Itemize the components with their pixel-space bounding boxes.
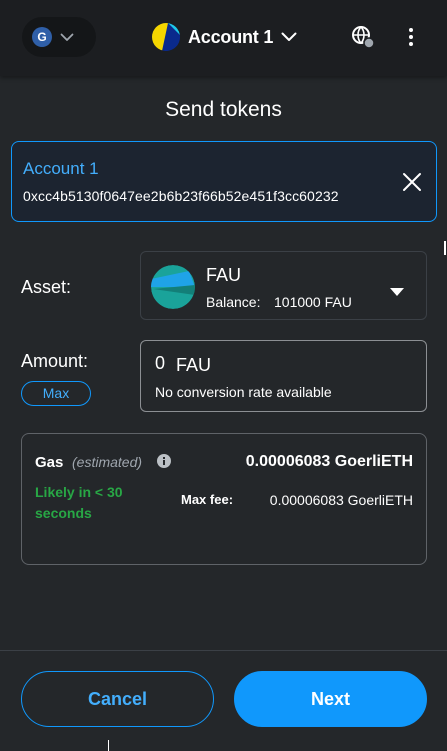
- token-icon: [151, 265, 195, 309]
- caret-down-icon: [390, 283, 404, 296]
- info-icon[interactable]: [157, 454, 171, 468]
- next-button[interactable]: Next: [234, 671, 427, 727]
- conversion-note: No conversion rate available: [155, 384, 332, 400]
- gas-amount: 0.00006083 GoerliETH: [245, 453, 413, 470]
- recipient-card[interactable]: Account 1 0xcc4b5130f0647ee2b6b23f66b52e…: [11, 141, 437, 222]
- network-selector[interactable]: G: [22, 17, 96, 57]
- recipient-address: 0xcc4b5130f0647ee2b6b23f66b52e451f3cc602…: [23, 188, 339, 204]
- account-picker[interactable]: Account 1: [152, 22, 297, 52]
- close-icon[interactable]: [401, 171, 423, 193]
- recipient-name: Account 1: [23, 159, 99, 178]
- scrollbar-mark: [444, 241, 446, 255]
- kebab-dot: [409, 28, 413, 32]
- chevron-down-icon: [60, 33, 74, 42]
- amount-input[interactable]: 0: [155, 353, 275, 377]
- max-fee-value: 0.00006083 GoerliETH: [269, 492, 413, 508]
- asset-symbol: FAU: [206, 265, 242, 285]
- amount-unit: FAU: [176, 355, 212, 375]
- page-title: Send tokens: [165, 98, 282, 121]
- max-fee-label: Max fee:: [181, 492, 234, 507]
- footer-divider: [0, 650, 447, 651]
- cursor-mark: [108, 740, 109, 751]
- chevron-down-icon: [281, 32, 297, 42]
- kebab-dot: [409, 42, 413, 46]
- app-header: G Account 1: [0, 0, 447, 76]
- network-avatar: G: [32, 27, 52, 47]
- max-button[interactable]: Max: [21, 381, 91, 406]
- kebab-dot: [409, 35, 413, 39]
- account-avatar-icon: [152, 23, 180, 51]
- balance-label: Balance:: [206, 294, 261, 310]
- gas-likelihood: Likely in < 30 seconds: [35, 484, 123, 521]
- kebab-menu-icon[interactable]: [402, 25, 420, 49]
- globe-icon[interactable]: [351, 25, 375, 49]
- gas-title: Gas: [35, 454, 64, 471]
- asset-dropdown[interactable]: FAU Balance: 101000 FAU: [140, 251, 427, 320]
- amount-field[interactable]: 0 FAU No conversion rate available: [140, 340, 427, 412]
- gas-fee-card: Gas (estimated) 0.00006083 GoerliETH Lik…: [21, 433, 427, 565]
- asset-label: Asset:: [21, 277, 72, 297]
- amount-label: Amount:: [21, 351, 89, 371]
- cancel-button[interactable]: Cancel: [21, 671, 214, 727]
- account-name: Account 1: [188, 26, 274, 47]
- balance-value: 101000 FAU: [274, 294, 352, 310]
- gas-estimated-label: (estimated): [72, 454, 143, 470]
